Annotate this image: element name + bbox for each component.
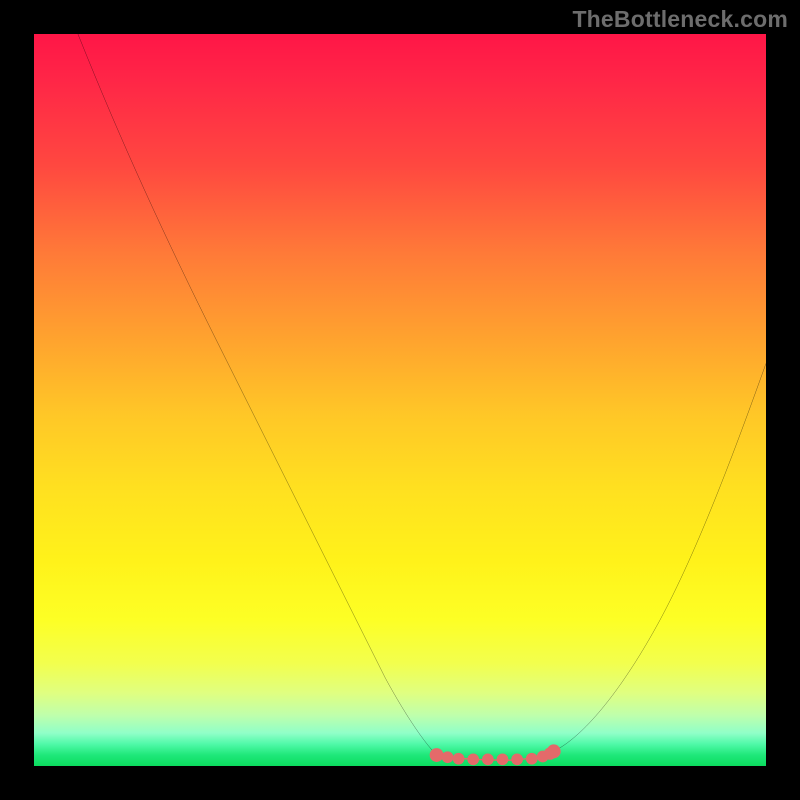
marker-dot — [547, 744, 561, 758]
marker-dot — [453, 753, 465, 765]
marker-dot — [467, 754, 479, 766]
curve-right-path — [554, 363, 766, 751]
chart-frame: TheBottleneck.com — [0, 0, 800, 800]
marker-dot — [482, 754, 494, 766]
marker-dot — [526, 753, 538, 765]
chart-svg — [34, 34, 766, 766]
marker-dot — [497, 754, 509, 766]
marker-dot — [442, 751, 454, 763]
watermark-text: TheBottleneck.com — [572, 6, 788, 33]
marker-dot — [511, 754, 523, 766]
curve-left-path — [78, 34, 437, 755]
curve-group — [78, 34, 766, 760]
marker-dot — [430, 748, 444, 762]
marker-group — [430, 744, 561, 765]
plot-area — [34, 34, 766, 766]
